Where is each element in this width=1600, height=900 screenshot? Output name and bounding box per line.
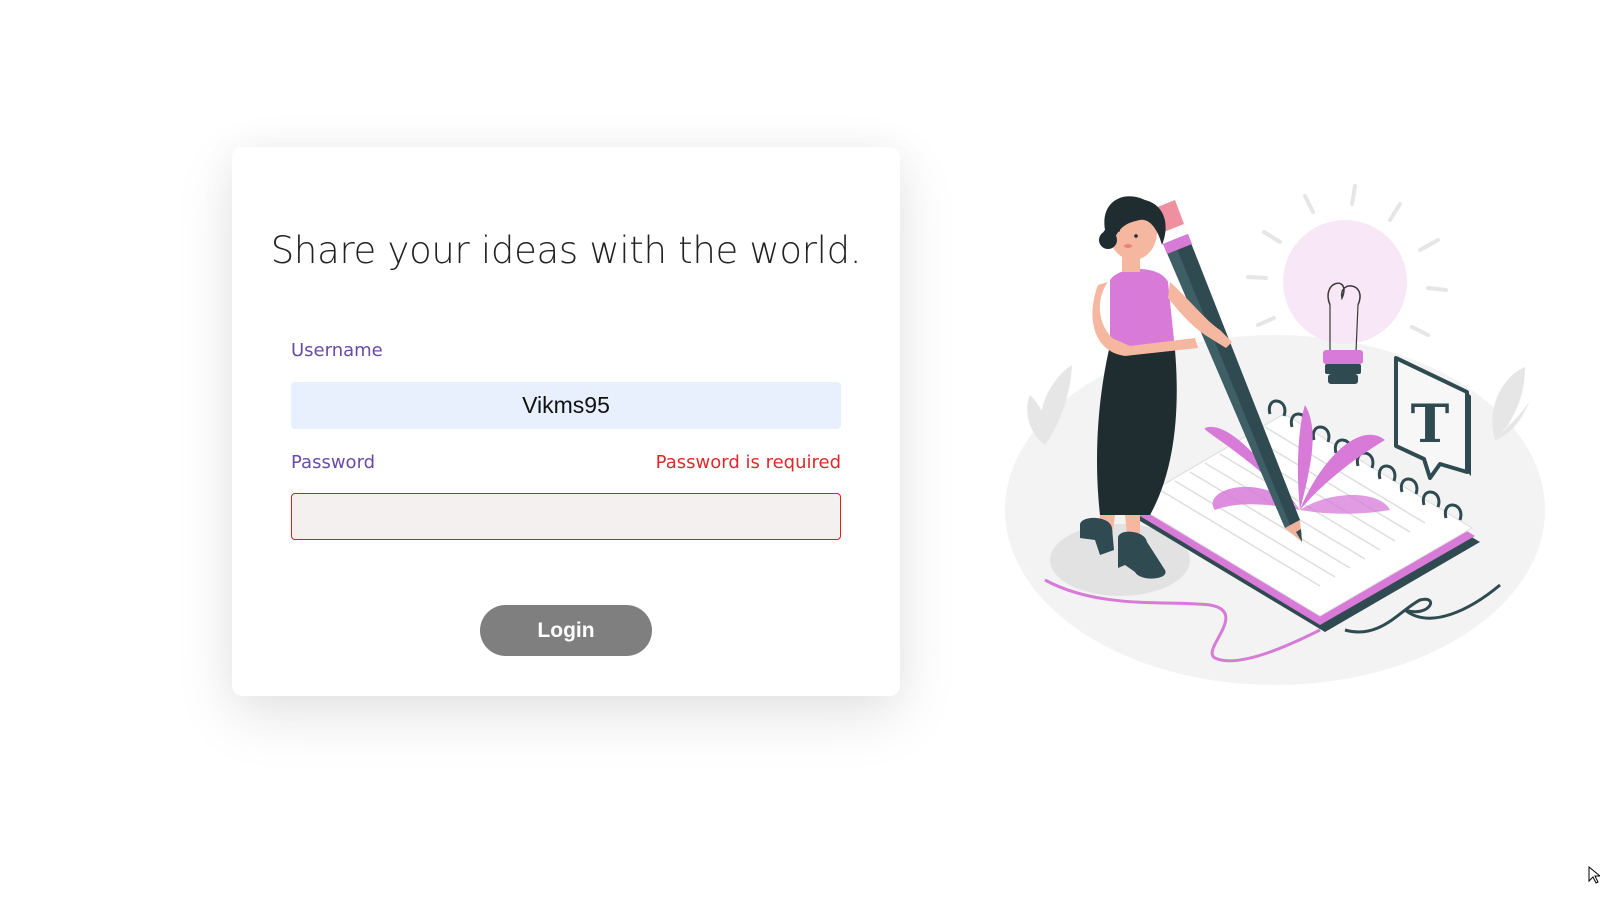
username-label: Username: [291, 340, 383, 361]
password-label: Password: [291, 452, 376, 473]
username-input[interactable]: [291, 382, 841, 429]
login-button[interactable]: Login: [480, 605, 652, 656]
plant-right-icon: [1492, 367, 1530, 440]
password-input[interactable]: [291, 493, 841, 540]
svg-text:T: T: [1411, 394, 1450, 455]
mouse-cursor-icon: [1588, 866, 1600, 884]
login-page: Share your ideas with the world. Usernam…: [0, 0, 1600, 900]
password-error-message: Password is required: [655, 452, 841, 473]
page-title: Share your ideas with the world.: [270, 229, 862, 272]
writing-illustration: T: [1000, 170, 1560, 700]
login-card: Share your ideas with the world. Usernam…: [232, 147, 900, 696]
